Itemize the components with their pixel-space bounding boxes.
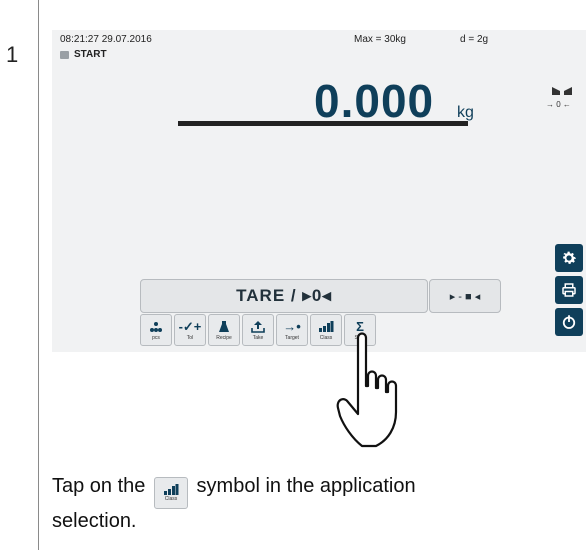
recipe-icon: [218, 319, 230, 334]
instruction-before: Tap on the: [52, 475, 146, 497]
app-target-button[interactable]: →• Target: [276, 314, 308, 346]
gear-icon: [563, 251, 577, 264]
class-icon: [318, 319, 334, 334]
scale-screen: 08:21:27 29.07.2016 START Max = 30kg d =…: [52, 30, 586, 352]
pieces-icon: [149, 319, 163, 334]
app-pcs-button[interactable]: pcs: [140, 314, 172, 346]
settings-button[interactable]: [555, 244, 583, 272]
app-take-button[interactable]: Take: [242, 314, 274, 346]
weight-value: 0.000: [314, 75, 435, 127]
level-icon: [552, 87, 572, 95]
power-icon: [562, 315, 576, 329]
app-label: Recipe: [216, 335, 232, 341]
divider-line: [38, 0, 39, 550]
capacity-bar: [178, 121, 468, 126]
tare-button[interactable]: TARE / ▸0◂: [140, 279, 428, 313]
weight-unit: kg: [457, 104, 474, 121]
app-recipe-button[interactable]: Recipe: [208, 314, 240, 346]
zero-button[interactable]: ▸ - ■ ◂: [429, 279, 501, 313]
class-symbol: Class: [153, 477, 188, 509]
app-label: Take: [252, 335, 264, 341]
print-button[interactable]: [555, 276, 583, 304]
instruction-text: Tap on the Class symbol in the applicati…: [52, 474, 492, 534]
printer-icon: [562, 283, 576, 297]
app-label: Target: [285, 335, 299, 341]
pointing-hand-icon: [336, 332, 398, 448]
class-icon: [163, 484, 179, 495]
status-text: START: [74, 49, 107, 60]
app-tol-button[interactable]: -✓+ Tol: [174, 314, 206, 346]
max-capacity: Max = 30kg: [354, 34, 406, 45]
class-symbol-label: Class: [164, 496, 178, 502]
zero-indicator: → 0 ←: [546, 100, 571, 109]
app-label: Class: [319, 335, 333, 341]
tolerance-icon: -✓+: [178, 318, 202, 334]
app-label: pcs: [152, 335, 160, 341]
app-label: Tol: [186, 335, 194, 341]
take-icon: [251, 319, 265, 334]
status-icon: [60, 50, 69, 59]
readability: d = 2g: [460, 34, 489, 45]
power-button[interactable]: [555, 308, 583, 336]
status-indicator: START: [60, 49, 107, 60]
target-icon: →•: [283, 319, 301, 334]
step-number: 1: [6, 42, 19, 67]
datetime: 08:21:27 29.07.2016: [60, 34, 152, 45]
